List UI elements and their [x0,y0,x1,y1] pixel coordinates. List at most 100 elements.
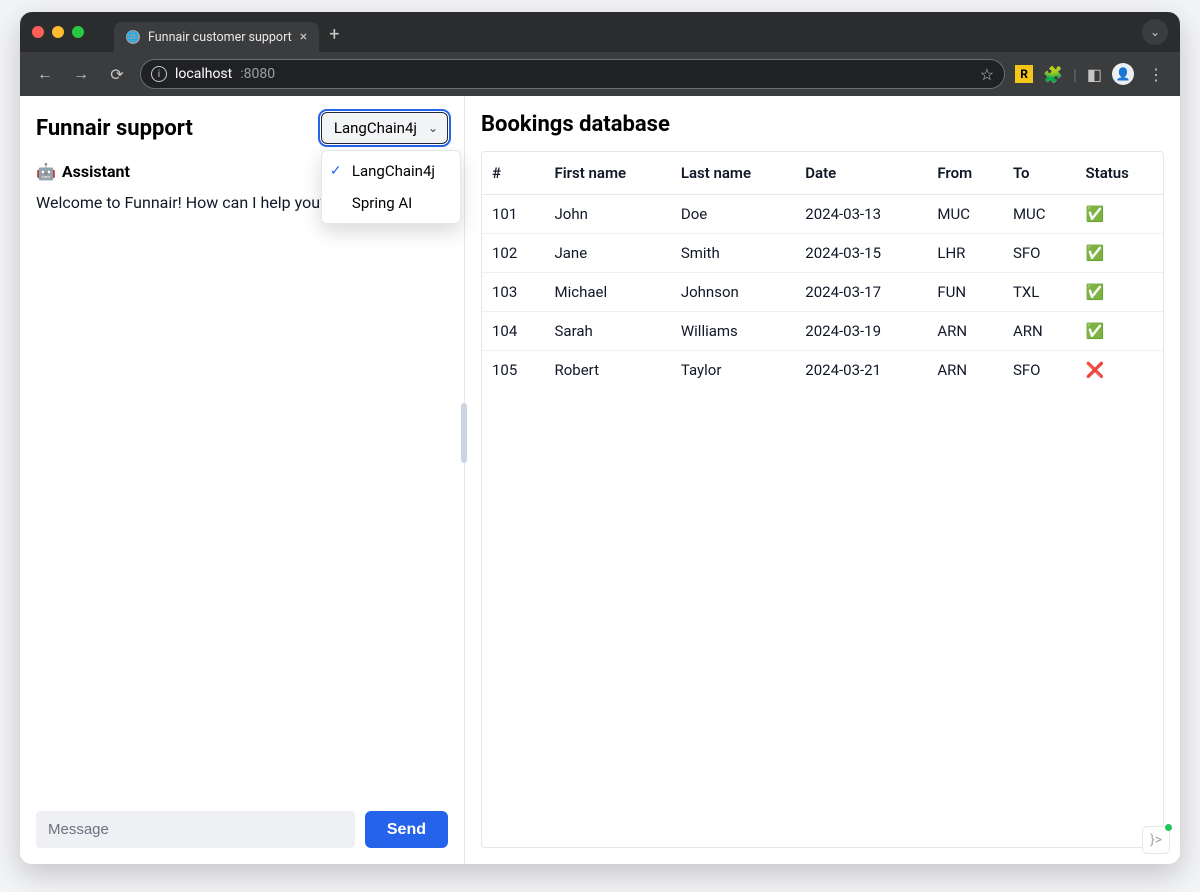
bookmark-star-icon[interactable]: ☆ [980,65,994,84]
table-cell: MUC [1003,195,1076,234]
col-last[interactable]: Last name [671,152,795,195]
col-status[interactable]: Status [1076,152,1164,195]
model-select-value: LangChain4j [334,119,417,137]
browser-toolbar: ← → ⟳ i localhost :8080 ☆ R 🧩 | ◧ 👤 ⋮ [20,52,1180,96]
table-cell: Michael [545,273,671,312]
table-cell: Robert [545,351,671,390]
table-cell: Sarah [545,312,671,351]
table-cell: MUC [927,195,1003,234]
model-select: LangChain4j ⌄ ✓ LangChain4j Spring AI [321,112,448,144]
table-cell: 2024-03-15 [795,234,927,273]
status-ok-icon: ✅ [1076,273,1164,312]
side-panel-icon[interactable]: ◧ [1087,65,1102,84]
model-option-langchain4j[interactable]: ✓ LangChain4j [322,155,460,187]
check-icon: ✓ [330,163,342,179]
status-ok-icon: ✅ [1076,312,1164,351]
close-window-icon[interactable] [32,26,44,38]
col-first[interactable]: First name [545,152,671,195]
bookings-table-wrap: # First name Last name Date From To Stat… [481,151,1164,848]
bookings-table: # First name Last name Date From To Stat… [482,152,1163,389]
table-cell: 2024-03-17 [795,273,927,312]
model-select-button[interactable]: LangChain4j ⌄ [321,112,448,144]
table-cell: Johnson [671,273,795,312]
table-body: 101JohnDoe2024-03-13MUCMUC✅102JaneSmith2… [482,195,1163,390]
tab-overflow-button[interactable]: ⌄ [1142,19,1168,45]
table-cell: 102 [482,234,545,273]
table-row[interactable]: 103MichaelJohnson2024-03-17FUNTXL✅ [482,273,1163,312]
browser-tab[interactable]: 🌐 Funnair customer support × [114,22,319,52]
table-row[interactable]: 101JohnDoe2024-03-13MUCMUC✅ [482,195,1163,234]
table-cell: LHR [927,234,1003,273]
status-bad-icon: ❌ [1076,351,1164,390]
table-cell: 2024-03-13 [795,195,927,234]
table-cell: Williams [671,312,795,351]
window-controls[interactable] [32,26,84,38]
table-cell: FUN [927,273,1003,312]
new-tab-button[interactable]: + [329,24,339,45]
table-cell: ARN [1003,312,1076,351]
model-option-label: LangChain4j [352,162,435,180]
table-cell: 2024-03-19 [795,312,927,351]
table-cell: SFO [1003,351,1076,390]
model-option-spring-ai[interactable]: Spring AI [322,187,460,219]
browser-menu-icon[interactable]: ⋮ [1148,65,1164,84]
col-from[interactable]: From [927,152,1003,195]
table-cell: Smith [671,234,795,273]
extension-r-icon[interactable]: R [1015,65,1033,83]
table-cell: 2024-03-21 [795,351,927,390]
chat-pane: Funnair support LangChain4j ⌄ ✓ LangChai… [20,96,465,864]
table-cell: TXL [1003,273,1076,312]
model-dropdown: ✓ LangChain4j Spring AI [321,150,461,224]
col-to[interactable]: To [1003,152,1076,195]
table-cell: 101 [482,195,545,234]
globe-icon: 🌐 [126,30,140,44]
url-port: :8080 [240,66,275,82]
vaadin-devtools-icon[interactable]: }> [1142,826,1170,854]
composer: Send [36,799,448,848]
back-button[interactable]: ← [32,61,58,87]
table-cell: 104 [482,312,545,351]
forward-button[interactable]: → [68,61,94,87]
titlebar: 🌐 Funnair customer support × + ⌄ [20,12,1180,52]
site-info-icon[interactable]: i [151,66,167,82]
col-date[interactable]: Date [795,152,927,195]
table-cell: ARN [927,312,1003,351]
message-input[interactable] [36,811,355,848]
table-row[interactable]: 102JaneSmith2024-03-15LHRSFO✅ [482,234,1163,273]
bookings-pane: Bookings database # First name Last name… [465,96,1180,864]
table-cell: Doe [671,195,795,234]
table-cell: Jane [545,234,671,273]
bookings-title: Bookings database [481,112,1164,137]
table-cell: 105 [482,351,545,390]
table-row[interactable]: 105RobertTaylor2024-03-21ARNSFO❌ [482,351,1163,390]
model-option-label: Spring AI [352,194,412,212]
table-cell: Taylor [671,351,795,390]
maximize-window-icon[interactable] [72,26,84,38]
toolbar-separator: | [1073,65,1077,84]
extensions-icon[interactable]: 🧩 [1043,65,1063,84]
url-host: localhost [175,66,232,82]
status-ok-icon: ✅ [1076,234,1164,273]
assistant-label-text: Assistant [62,162,130,181]
table-cell: ARN [927,351,1003,390]
close-tab-icon[interactable]: × [300,29,307,45]
address-bar[interactable]: i localhost :8080 ☆ [140,59,1005,89]
chat-header: Funnair support LangChain4j ⌄ ✓ LangChai… [36,112,448,144]
browser-window: 🌐 Funnair customer support × + ⌄ ← → ⟳ i… [20,12,1180,864]
profile-avatar[interactable]: 👤 [1112,63,1134,85]
table-cell: John [545,195,671,234]
chevron-down-icon: ⌄ [428,121,438,135]
table-header: # First name Last name Date From To Stat… [482,152,1163,195]
table-row[interactable]: 104SarahWilliams2024-03-19ARNARN✅ [482,312,1163,351]
tab-title: Funnair customer support [148,30,292,45]
page: Funnair support LangChain4j ⌄ ✓ LangChai… [20,96,1180,864]
table-cell: 103 [482,273,545,312]
minimize-window-icon[interactable] [52,26,64,38]
table-cell: SFO [1003,234,1076,273]
status-ok-icon: ✅ [1076,195,1164,234]
robot-icon: 🤖 [36,162,56,181]
send-button[interactable]: Send [365,811,448,848]
reload-button[interactable]: ⟳ [104,61,130,87]
chat-title: Funnair support [36,116,193,141]
col-id[interactable]: # [482,152,545,195]
